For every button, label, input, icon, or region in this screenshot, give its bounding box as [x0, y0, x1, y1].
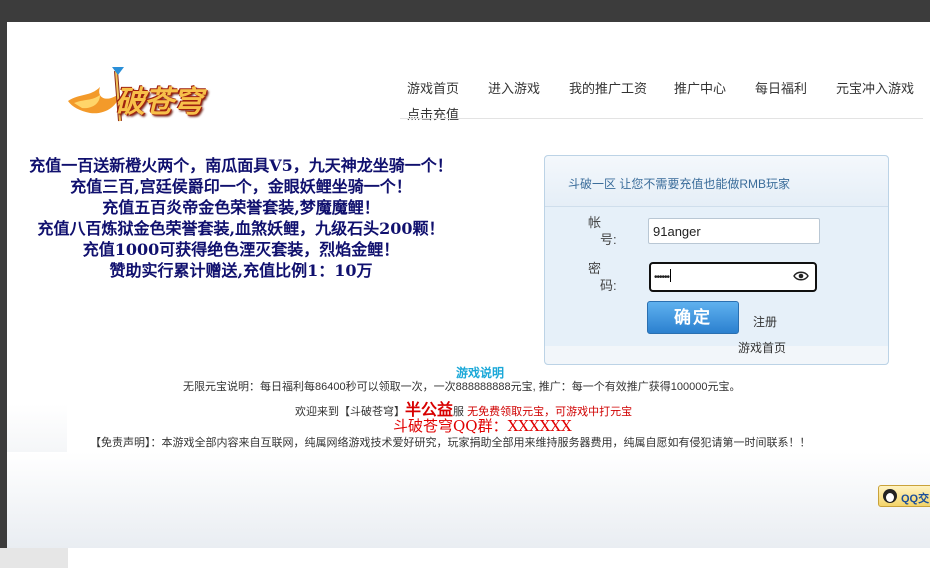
yuanbao-info: 无限元宝说明：每日福利每86400秒可以领取一次，一次888888888元宝, …	[183, 381, 741, 393]
nav-daily-bonus[interactable]: 每日福利	[755, 78, 807, 97]
account-label-top: 帐	[588, 215, 602, 230]
register-link[interactable]: 注册	[753, 313, 777, 330]
password-label-bottom: 码:	[600, 278, 617, 293]
qq-chat-button[interactable]: QQ交	[878, 485, 930, 507]
bottom-strip	[0, 548, 930, 568]
bottom-strip-shade	[0, 548, 68, 568]
nav-yuanbao-topup[interactable]: 元宝冲入游戏	[836, 78, 914, 97]
qq-group-line: 斗破苍穹QQ群：XXXXXX	[393, 417, 572, 435]
nav-home[interactable]: 游戏首页	[407, 78, 459, 97]
bottom-fade	[7, 452, 930, 548]
recharge-promo: 充值一百送新橙火两个，南瓜面具V5，九天神龙坐骑一个！ 充值三百,宫廷侯爵印一个…	[8, 155, 474, 281]
logo-text: 破苍穹	[115, 85, 203, 120]
disclaimer: 【免责声明】：本游戏全部内容来自互联网，纯属网络游戏技术爱好研究，玩家捐助全部用…	[90, 437, 811, 449]
account-input[interactable]: 91anger	[648, 218, 820, 244]
qq-badge-label: QQ交	[901, 493, 930, 505]
nav-recharge[interactable]: 点击充值	[407, 104, 459, 123]
qq-penguin-icon	[883, 489, 897, 503]
password-input[interactable]: ••••••	[649, 262, 817, 292]
login-footer-band	[545, 346, 888, 364]
nav-divider	[400, 118, 923, 119]
nav-promo-salary[interactable]: 我的推广工资	[569, 78, 647, 97]
game-logo[interactable]: 破苍穹	[60, 63, 220, 125]
show-password-icon[interactable]	[793, 270, 809, 282]
text-caret	[670, 269, 672, 282]
welcome-prefix: 欢迎来到【斗破苍穹】	[295, 406, 405, 418]
password-value: ••••••	[654, 272, 670, 283]
promo-line: 充值八百炼狱金色荣誉套装,血煞妖鲤，九级石头200颗！	[37, 219, 445, 238]
promo-line: 赞助实行累计赠送,充值比例1：10万	[109, 261, 373, 280]
promo-line: 充值1000可获得绝色湮灭套装，烈焰金鲤！	[82, 240, 400, 259]
login-submit-button[interactable]: 确定	[647, 301, 739, 334]
promo-line: 充值一百送新橙火两个，南瓜面具V5，九天神龙坐骑一个！	[29, 156, 453, 175]
promo-line: 充值三百,宫廷侯爵印一个，金眼妖鲤坐骑一个！	[70, 177, 412, 196]
nav-promo-center[interactable]: 推广中心	[674, 78, 726, 97]
nav-enter-game[interactable]: 进入游戏	[488, 78, 540, 97]
password-label-top: 密	[588, 261, 602, 276]
account-value: 91anger	[653, 224, 701, 239]
promo-line: 充值五百炎帝金色荣誉套装,梦魔魔鲤！	[102, 198, 380, 217]
server-info: 斗破一区 让您不需要充值也能做RMB玩家	[568, 177, 791, 191]
login-header: 斗破一区 让您不需要充值也能做RMB玩家	[545, 156, 888, 207]
login-home-link[interactable]: 游戏首页	[738, 339, 786, 356]
account-label-bottom: 号:	[600, 232, 617, 247]
